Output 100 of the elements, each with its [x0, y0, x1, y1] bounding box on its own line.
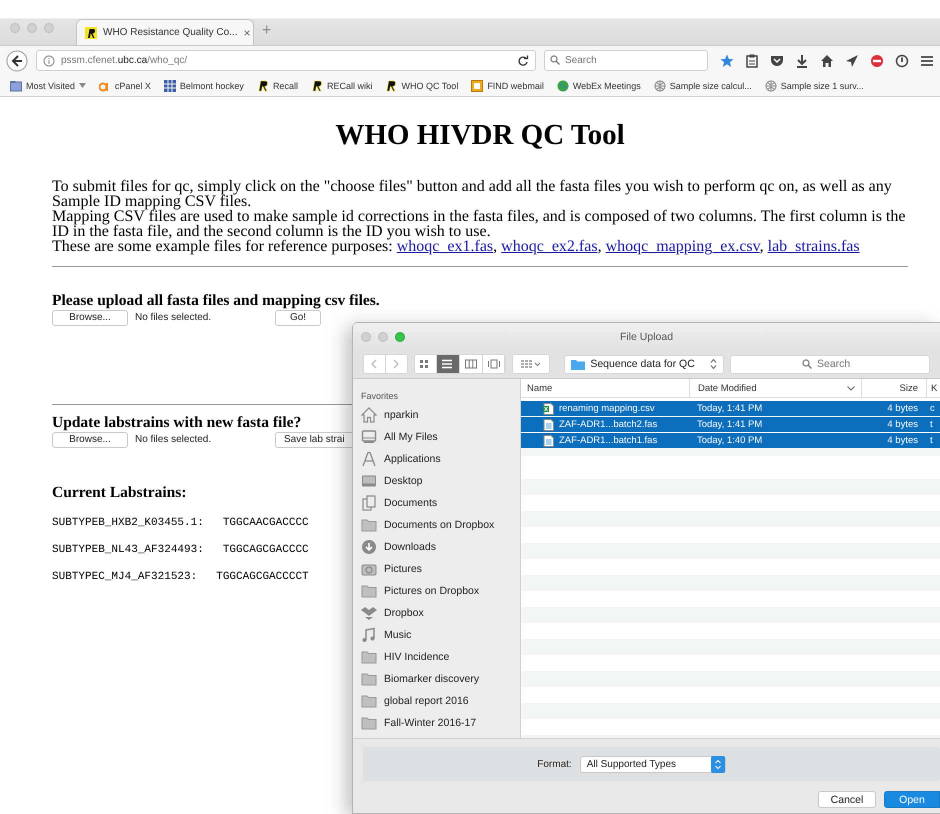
sidebar-item[interactable]: global report 2016 [384, 695, 469, 707]
power-icon[interactable] [895, 54, 909, 68]
file-row[interactable]: renaming mapping.csv Today, 1:41 PM 4 bytes c [521, 401, 940, 416]
sidebar-item[interactable]: All My Files [384, 431, 438, 443]
column-header[interactable]: Date Modified [689, 379, 861, 397]
column-header[interactable]: K [926, 379, 940, 397]
sidebar-item[interactable]: Downloads [384, 541, 436, 553]
bookmark-item[interactable]: FIND webmail [471, 80, 544, 92]
file-link[interactable]: whoqc_mapping_ex.csv [606, 238, 760, 255]
block-icon[interactable] [870, 54, 884, 68]
folder-icon [571, 358, 586, 370]
bookmark-item[interactable]: cPanel X [98, 80, 151, 92]
sidebar-item[interactable]: Dropbox [384, 607, 424, 619]
back-icon [371, 359, 378, 369]
r-logo-icon [310, 80, 323, 92]
file-kind: c [929, 403, 936, 414]
clipboard-icon[interactable] [745, 54, 759, 68]
url-text: pssm.cfenet.ubc.ca/who_qc/ [61, 55, 188, 66]
sidebar-item[interactable]: Applications [384, 453, 441, 465]
music-icon [361, 627, 377, 643]
back-icon[interactable] [6, 50, 28, 72]
search-icon [550, 55, 560, 65]
search-icon [802, 359, 812, 369]
web-icon [764, 80, 777, 92]
pocket-icon[interactable] [770, 54, 784, 68]
arrange-button[interactable] [512, 354, 550, 374]
sidebar-item[interactable]: Pictures on Dropbox [384, 585, 480, 597]
send-icon[interactable] [845, 54, 859, 68]
browse-button[interactable]: Browse... [52, 310, 128, 326]
bookmark-item[interactable]: WebEx Meetings [556, 80, 641, 92]
r-logo-icon [85, 26, 97, 38]
sidebar-item[interactable]: Fall-Winter 2016-17 [384, 717, 476, 729]
dialog-title: File Upload [620, 330, 674, 342]
bookmark-item[interactable]: RECall wiki [310, 80, 372, 92]
strain-name: SUBTYPEB_HXB2_K03455.1: [52, 516, 204, 530]
browse-button[interactable]: Browse... [52, 432, 128, 448]
examples-paragraph: These are some example files for reference purposes: whoqc_ex1.fas, whoqc_ex2.fas, whoqc_mapping_ex.csv, lab_strains.fas [52, 239, 861, 254]
intro-paragraph: Mapping CSV files are used to make sample id corrections in the fasta files, and is composed of two columns. The first column is the ID in the fasta file, and the second column is the ID you wish to use. [52, 209, 906, 239]
address-bar[interactable]: pssm.cfenet.ubc.ca/who_qc/ [36, 50, 536, 71]
search-field[interactable]: Search [730, 354, 930, 374]
flow-icon [488, 359, 500, 369]
open-button[interactable]: Open [884, 791, 940, 808]
strain-sequence: TGGCAGCGACCCC [222, 543, 309, 557]
documents-icon [361, 495, 377, 511]
sidebar-item[interactable]: nparkin [384, 409, 418, 421]
folder-icon [361, 583, 377, 599]
cancel-button[interactable]: Cancel [818, 791, 876, 808]
tab-close-button[interactable]: × [243, 26, 250, 40]
column-header[interactable]: Name [521, 379, 689, 397]
list-view-button[interactable] [437, 355, 460, 373]
file-link[interactable]: lab_strains.fas [768, 238, 860, 255]
home-icon[interactable] [820, 54, 834, 68]
file-size: 4 bytes [886, 419, 919, 430]
sidebar-item[interactable]: HIV Incidence [384, 651, 450, 663]
bookmark-item[interactable]: Most Visited [10, 80, 86, 92]
bookmark-item[interactable]: Recall [256, 80, 298, 92]
download-icon[interactable] [795, 54, 809, 68]
sidebar-item[interactable]: Biomarker discovery [384, 673, 480, 685]
sidebar-item[interactable]: Desktop [384, 475, 423, 487]
strain-sequence: TGGCAGCGACCCCT [216, 570, 309, 584]
submit-button[interactable]: Save lab strai [275, 432, 354, 448]
location-dropdown[interactable]: Sequence data for QC [564, 354, 724, 374]
desktop-icon [361, 473, 377, 489]
sidebar-item[interactable]: Documents [384, 497, 438, 509]
file-kind: t [929, 419, 934, 430]
submit-button[interactable]: Go! [275, 310, 321, 326]
menu-icon[interactable] [920, 54, 934, 68]
file-date: Today, 1:40 PM [697, 435, 762, 446]
cp-logo-icon [98, 80, 111, 92]
sidebar-heading: Favorites [361, 391, 400, 401]
file-row[interactable]: ZAF-ADR1...batch2.fas Today, 1:41 PM 4 bytes t [521, 417, 940, 432]
file-link[interactable]: whoqc_ex1.fas [396, 238, 494, 255]
sidebar-item[interactable]: Documents on Dropbox [384, 519, 494, 531]
sidebar-item[interactable]: Music [384, 629, 412, 641]
document-icon [543, 418, 554, 430]
section-heading: Current Labstrains: [52, 484, 186, 501]
columns-icon [464, 359, 477, 369]
bookmark-item[interactable]: Sample size calcul... [654, 80, 752, 92]
search-field[interactable]: Search [544, 50, 708, 71]
file-link[interactable]: whoqc_ex2.fas [501, 238, 598, 255]
view-switcher[interactable] [414, 354, 506, 374]
format-dropdown[interactable]: All Supported Types [580, 756, 726, 772]
bookmark-item[interactable]: Belmont hockey [164, 80, 244, 92]
download-icon [361, 539, 377, 555]
grid-icon [164, 80, 176, 92]
bookmark-item[interactable]: Sample size 1 surv... [764, 80, 864, 92]
drawer-icon [361, 429, 377, 445]
file-row[interactable]: ZAF-ADR1...batch1.fas Today, 1:40 PM 4 bytes t [521, 433, 940, 448]
spreadsheet-icon [543, 402, 554, 414]
reload-icon[interactable] [517, 54, 529, 66]
browser-tab[interactable]: WHO Resistance Quality Co... × [76, 19, 254, 45]
star-icon[interactable] [720, 54, 734, 68]
column-header[interactable]: Size [861, 379, 926, 397]
file-kind: t [929, 435, 934, 446]
sidebar-item[interactable]: Pictures [384, 563, 422, 575]
apps-icon [361, 451, 377, 467]
document-icon [543, 434, 554, 446]
web-icon [654, 80, 666, 92]
caret-icon [78, 83, 86, 88]
bookmark-item[interactable]: WHO QC Tool [385, 80, 458, 92]
